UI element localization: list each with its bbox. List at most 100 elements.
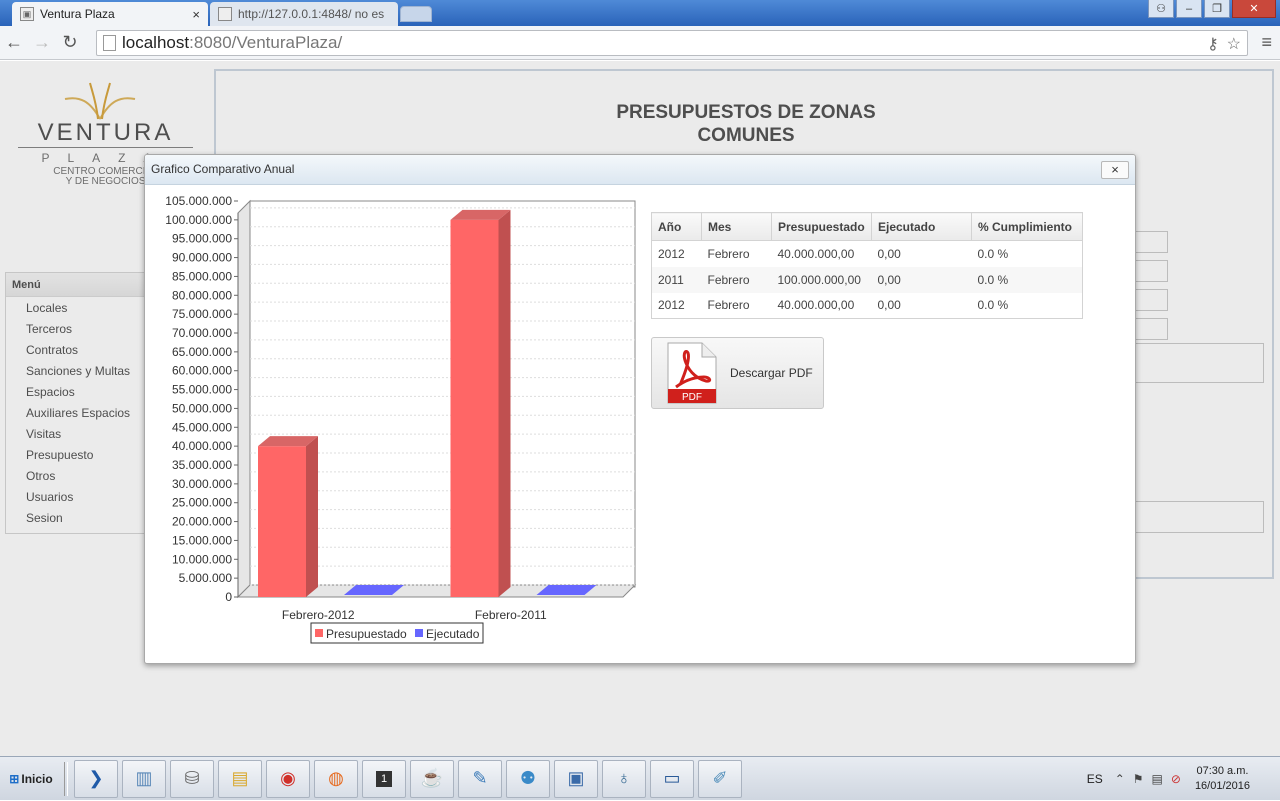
back-arrow-icon[interactable]: ← <box>0 32 28 53</box>
annual-comparison-dialog: Grafico Comparativo Anual × 0 5.000.000 10… <box>144 154 1136 664</box>
y-tick-label: 55.000.000 <box>172 383 232 397</box>
remote-desktop-icon[interactable]: ▣ <box>554 759 598 798</box>
tab-glassfish[interactable]: http://127.0.0.1:4848/ no es <box>210 2 398 26</box>
legend-label: Ejecutado <box>426 627 480 641</box>
table-cell: Febrero <box>707 298 750 313</box>
tab-label: http://127.0.0.1:4848/ no es <box>238 7 385 21</box>
show-hidden-icons-icon[interactable]: ⌃ <box>1115 772 1125 786</box>
volume-muted-icon[interactable]: ⊘ <box>1171 772 1181 786</box>
y-tick-label: 85.000.000 <box>172 269 232 283</box>
y-tick-label: 105.000.000 <box>165 194 232 208</box>
pdf-file-icon: PDF <box>667 342 717 404</box>
table-cell: 100.000.000,00 <box>771 266 872 293</box>
bar <box>450 219 499 597</box>
minimize-button[interactable]: – <box>1176 0 1202 18</box>
table-cell: 0,00 <box>877 298 901 313</box>
table-cell: 0.0 % <box>977 246 1009 261</box>
column-header-ano[interactable]: Año <box>651 212 702 241</box>
x-tick-label: Febrero-2012 <box>282 608 355 622</box>
language-indicator[interactable]: ES <box>1087 772 1103 786</box>
computer-icon[interactable]: ▭ <box>650 759 694 798</box>
key-icon[interactable]: ⚷ <box>1207 34 1219 54</box>
powershell-icon[interactable]: ❯ <box>74 759 118 798</box>
y-tick-label: 100.000.000 <box>165 213 232 227</box>
y-tick-label: 60.000.000 <box>172 364 232 378</box>
column-header-mes[interactable]: Mes <box>701 212 772 241</box>
dialog-titlebar[interactable]: Grafico Comparativo Anual × <box>145 155 1135 185</box>
y-tick-label: 95.000.000 <box>172 232 232 246</box>
y-tick-label: 45.000.000 <box>172 420 232 434</box>
bookmark-star-icon[interactable]: ☆ <box>1227 34 1241 54</box>
table-header-row: Año Mes Presupuestado Ejecutado % Cumpli… <box>651 212 1083 241</box>
plot-left-wall <box>237 199 251 599</box>
clock-time: 07:30 a.m. <box>1196 765 1249 777</box>
server-manager-icon[interactable]: ▥ <box>122 759 166 798</box>
table-cell: 0,00 <box>871 266 972 293</box>
page-favicon-icon <box>218 7 232 21</box>
legend-swatch <box>415 629 423 637</box>
table-cell: 0.0 % <box>977 298 1009 313</box>
table-cell: 40.000.000,00 <box>777 246 855 261</box>
restore-button[interactable]: ❐ <box>1204 0 1230 18</box>
budget-table: Año Mes Presupuestado Ejecutado % Cumpli… <box>651 212 1083 319</box>
table-cell: 2012 <box>658 246 685 261</box>
firefox-icon[interactable]: ◍ <box>314 759 358 798</box>
y-tick-label: 0 <box>225 590 232 604</box>
action-center-flag-icon[interactable]: ⚑ <box>1133 772 1144 786</box>
tab-label: Ventura Plaza <box>40 7 115 21</box>
window-controls: ⚇ – ❐ ✕ <box>1146 0 1276 18</box>
start-button[interactable]: ⊞ Inicio <box>2 762 60 796</box>
tab-close-icon[interactable]: × <box>192 7 200 22</box>
table-cell: 2012 <box>658 298 685 313</box>
table-cell: Febrero <box>707 246 750 261</box>
dialog-close-button[interactable]: × <box>1101 161 1129 179</box>
tab-ventura-plaza[interactable]: ▣ Ventura Plaza × <box>12 2 208 26</box>
editor-icon[interactable]: ✎ <box>458 759 502 798</box>
y-tick-label: 65.000.000 <box>172 345 232 359</box>
y-tick-label: 5.000.000 <box>179 571 233 585</box>
reload-icon[interactable]: ↻ <box>56 32 84 53</box>
column-header-cumplimiento[interactable]: % Cumplimiento <box>971 212 1083 241</box>
forward-arrow-icon[interactable]: → <box>28 32 56 53</box>
start-label: Inicio <box>21 771 53 786</box>
table-cell: 2011 <box>651 266 702 293</box>
dialog-title: Grafico Comparativo Anual <box>151 162 295 176</box>
directory-icon[interactable]: ⚉ <box>506 759 550 798</box>
download-pdf-button[interactable]: PDF Descargar PDF <box>651 337 824 409</box>
column-header-ejecutado[interactable]: Ejecutado <box>871 212 972 241</box>
table-cell: 40.000.000,00 <box>777 298 855 313</box>
windows-logo-icon: ⊞ <box>9 771 20 786</box>
network-tray-icon[interactable]: ▤ <box>1152 772 1163 786</box>
x-tick-label: Febrero-2011 <box>475 608 547 622</box>
notepad-icon[interactable]: ✐ <box>698 759 742 798</box>
system-clock[interactable]: 07:30 a.m. 16/01/2016 <box>1195 764 1250 794</box>
table-row[interactable]: 2012 Febrero 40.000.000,00 0,00 0.0 % <box>652 241 1083 267</box>
user-icon[interactable]: ⚇ <box>1148 0 1174 18</box>
terminal-icon[interactable]: 1 <box>362 759 406 798</box>
java-icon[interactable]: ☕ <box>410 759 454 798</box>
bar-side <box>306 436 318 597</box>
postgres-icon[interactable]: ♁ <box>602 759 646 798</box>
system-tray: ES ⌃ ⚑ ▤ ⊘ 07:30 a.m. 16/01/2016 <box>1087 757 1280 801</box>
y-tick-label: 90.000.000 <box>172 251 232 265</box>
url-host: localhost <box>122 33 190 52</box>
hamburger-menu-icon[interactable]: ≡ <box>1261 32 1272 53</box>
pdf-icon-label: PDF <box>682 392 702 403</box>
legend-swatch <box>315 629 323 637</box>
y-tick-label: 25.000.000 <box>172 496 232 510</box>
column-header-presupuestado[interactable]: Presupuestado <box>771 212 872 241</box>
y-tick-label: 10.000.000 <box>172 552 232 566</box>
table-row[interactable]: 2011 Febrero 100.000.000,00 0,00 0.0 % <box>651 266 1083 293</box>
page-icon <box>103 35 116 51</box>
chrome-icon[interactable]: ◉ <box>266 759 310 798</box>
close-window-button[interactable]: ✕ <box>1232 0 1276 18</box>
address-bar[interactable]: localhost:8080/VenturaPlaza/ ⚷ ☆ <box>96 30 1248 56</box>
y-tick-label: 50.000.000 <box>172 401 232 415</box>
network-icon[interactable]: ⛁ <box>170 759 214 798</box>
table-cell: Febrero <box>701 266 772 293</box>
table-row[interactable]: 2012 Febrero 40.000.000,00 0,00 0.0 % <box>652 293 1083 319</box>
bar-side <box>498 209 511 597</box>
comparison-bar-chart: 0 5.000.000 10.000.000 15.000.000 20.000.000… <box>165 194 637 644</box>
folder-icon[interactable]: ▤ <box>218 759 262 798</box>
new-tab-button[interactable] <box>400 6 432 22</box>
